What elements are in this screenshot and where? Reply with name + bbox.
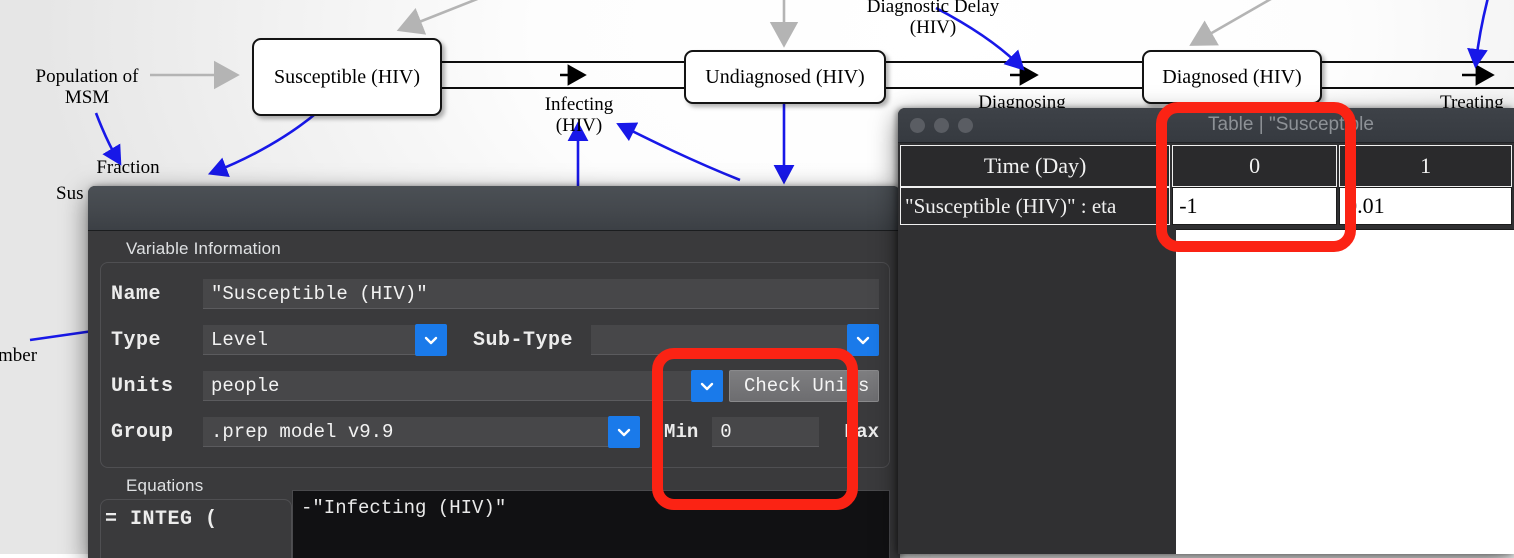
table-cell-value-1[interactable]: 0.01 xyxy=(1339,187,1512,225)
aux-label-number-truncated: mber xyxy=(0,345,38,366)
max-label: Max xyxy=(844,421,879,443)
variable-information-window[interactable]: Variable Information Name "Susceptible (… xyxy=(88,186,900,558)
name-label: Name xyxy=(111,282,162,306)
group-select-value[interactable]: .prep model v9.9 xyxy=(203,417,609,447)
type-label: Type xyxy=(111,328,162,352)
equation-editor[interactable]: -"Infecting (HIV)" xyxy=(292,490,890,558)
table-window[interactable]: Table | "Susceptible Time (Day) 0 1 "Sus… xyxy=(898,108,1514,554)
flow-label-infecting: Infecting (HIV) xyxy=(544,94,614,137)
variable-information-section-title: Variable Information xyxy=(126,239,281,258)
table-row[interactable]: "Susceptible (HIV)" : eta -1 0.01 xyxy=(898,187,1514,225)
integ-operator-label: = INTEG ( xyxy=(105,508,218,531)
group-label: Group xyxy=(111,420,174,444)
table-header-row: Time (Day) 0 1 xyxy=(898,143,1514,187)
table-empty-sheet-area[interactable] xyxy=(1176,229,1514,554)
field-row-group: Group .prep model v9.9 Min 0 Max xyxy=(111,409,879,455)
field-row-units: Units people Check Units xyxy=(111,363,879,409)
flow-pipe-treating xyxy=(1310,61,1514,89)
min-label: Min xyxy=(664,421,699,443)
variable-fields-group: Name "Susceptible (HIV)" Type Level Sub-… xyxy=(100,262,890,468)
aux-label-population-of-msm: Population of MSM xyxy=(35,66,139,109)
name-input[interactable]: "Susceptible (HIV)" xyxy=(203,279,879,309)
type-chevron-down-icon[interactable] xyxy=(415,324,447,356)
variable-window-body: Variable Information Name "Susceptible (… xyxy=(88,231,900,558)
field-row-name: Name "Susceptible (HIV)" xyxy=(111,271,879,317)
table-column-header-time[interactable]: Time (Day) xyxy=(900,145,1171,187)
flow-pipe-diagnosing xyxy=(866,61,1158,89)
table-column-header-1[interactable]: 1 xyxy=(1339,145,1512,187)
variable-window-titlebar[interactable] xyxy=(88,186,900,231)
table-window-title: Table | "Susceptible xyxy=(1208,114,1374,135)
table-row-label[interactable]: "Susceptible (HIV)" : eta xyxy=(900,187,1171,225)
table-cell-value-0[interactable]: -1 xyxy=(1172,187,1338,225)
units-label: Units xyxy=(111,374,174,398)
check-units-button[interactable]: Check Units xyxy=(729,370,879,402)
units-input[interactable]: people xyxy=(203,371,691,401)
stock-susceptible[interactable]: Susceptible (HIV) xyxy=(252,38,442,116)
type-select-value[interactable]: Level xyxy=(203,325,415,355)
aux-label-fraction: Fraction xyxy=(96,157,160,178)
stock-diagnosed[interactable]: Diagnosed (HIV) xyxy=(1142,50,1322,104)
table-window-titlebar[interactable]: Table | "Susceptible xyxy=(898,108,1514,143)
min-input[interactable]: 0 xyxy=(712,417,819,447)
group-chevron-down-icon[interactable] xyxy=(608,416,641,448)
stock-diagnosed-label: Diagnosed (HIV) xyxy=(1162,66,1302,88)
table-grid[interactable]: Time (Day) 0 1 "Susceptible (HIV)" : eta… xyxy=(898,143,1514,554)
stock-undiagnosed[interactable]: Undiagnosed (HIV) xyxy=(684,50,886,104)
flow-pipe-infecting xyxy=(430,61,690,89)
subtype-select-value[interactable] xyxy=(591,325,847,355)
equations-section-title: Equations xyxy=(126,476,204,495)
stock-undiagnosed-label: Undiagnosed (HIV) xyxy=(705,66,865,88)
field-row-type: Type Level Sub-Type xyxy=(111,317,879,363)
subtype-chevron-down-icon[interactable] xyxy=(847,324,879,356)
table-column-header-0[interactable]: 0 xyxy=(1172,145,1338,187)
aux-label-diagnostic-delay: Diagnostic Delay (HIV) xyxy=(866,0,1000,39)
units-chevron-down-icon[interactable] xyxy=(691,370,723,402)
stock-susceptible-label: Susceptible (HIV) xyxy=(273,66,421,88)
subtype-label: Sub-Type xyxy=(473,328,574,352)
